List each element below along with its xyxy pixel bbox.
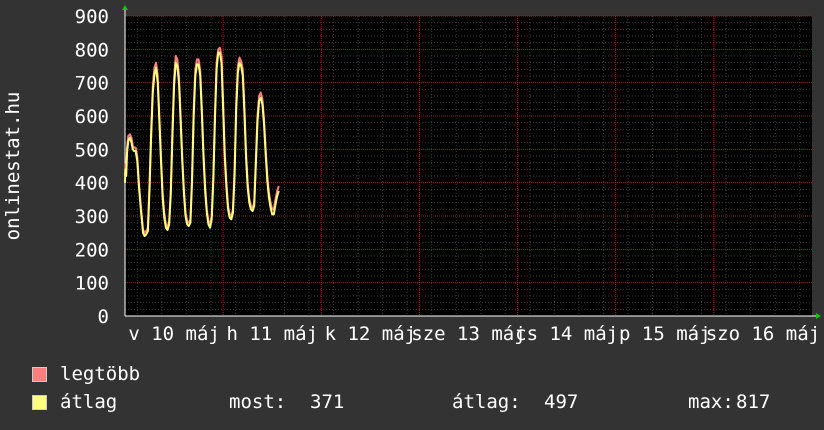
y-axis-label: onlinestat.hu bbox=[2, 92, 24, 241]
y-tick-label: 900 bbox=[75, 6, 109, 28]
y-tick-label: 100 bbox=[75, 273, 109, 295]
y-axis-arrow bbox=[122, 5, 128, 10]
x-tick-label: sze 13 máj bbox=[411, 323, 525, 345]
y-tick-label: 0 bbox=[98, 306, 109, 328]
y-tick-label: 800 bbox=[75, 39, 109, 61]
x-axis-arrow bbox=[816, 313, 821, 319]
y-tick-label: 200 bbox=[75, 239, 109, 261]
y-tick-label: 700 bbox=[75, 73, 109, 95]
x-tick-label: k 12 máj bbox=[325, 323, 417, 345]
x-tick-label: v 10 máj bbox=[128, 323, 220, 345]
plot-area bbox=[125, 16, 812, 316]
x-tick-label: szo 16 máj bbox=[706, 323, 820, 345]
y-tick-label: 300 bbox=[75, 206, 109, 228]
chart-canvas: 0 100 200 300 400 500 600 700 800 900 v 10 máj h 11… bbox=[2, 5, 821, 345]
x-tick-label: p 15 máj bbox=[619, 323, 711, 345]
y-tick-label: 500 bbox=[75, 139, 109, 161]
y-tick-label: 400 bbox=[75, 173, 109, 195]
x-tick-label: h 11 máj bbox=[226, 323, 318, 345]
y-tick-label: 600 bbox=[75, 106, 109, 128]
x-tick-label: cs 14 máj bbox=[515, 323, 618, 345]
